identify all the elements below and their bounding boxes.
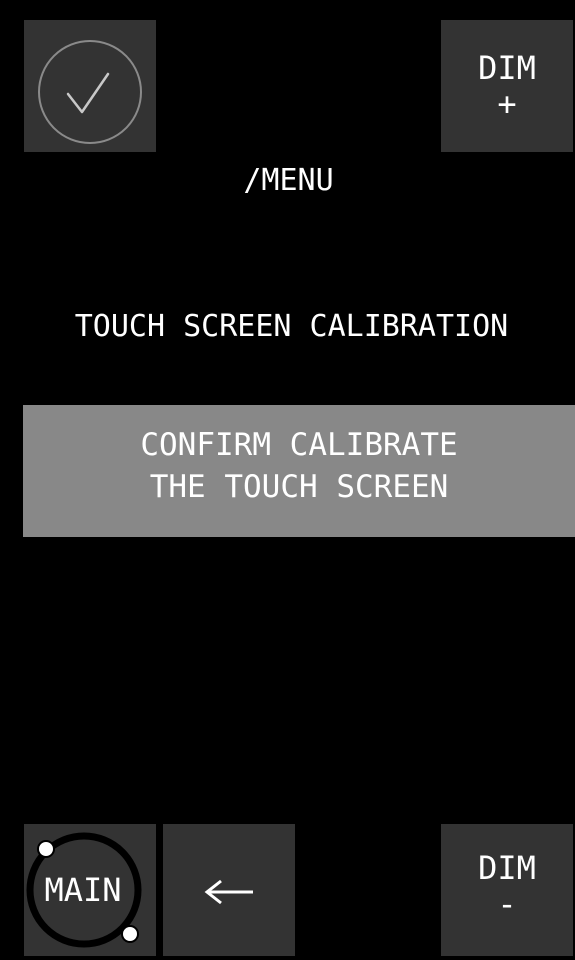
- dim-minus-sign: -: [497, 885, 517, 923]
- main-label: MAIN: [44, 871, 122, 909]
- menu-path: /MENU: [243, 163, 334, 198]
- page-title: TOUCH SCREEN CALIBRATION: [74, 309, 509, 344]
- confirm-calibrate-line1: CONFIRM CALIBRATE: [140, 427, 458, 463]
- left-arrow-icon: [204, 879, 253, 905]
- checkmark-circle-icon: [38, 40, 142, 144]
- confirm-calibrate-line2: THE TOUCH SCREEN: [149, 469, 449, 505]
- confirm-calibrate-button[interactable]: CONFIRM CALIBRATE THE TOUCH SCREEN: [23, 405, 575, 537]
- dim-plus-button[interactable]: DIM +: [441, 20, 573, 152]
- back-button[interactable]: [163, 824, 295, 956]
- dim-minus-label: DIM: [478, 849, 536, 887]
- dim-plus-sign: +: [497, 85, 517, 123]
- main-button[interactable]: MAIN: [24, 824, 156, 956]
- confirm-check-button[interactable]: [24, 20, 156, 152]
- dim-plus-label: DIM: [478, 49, 536, 87]
- dim-minus-button[interactable]: DIM -: [441, 824, 573, 956]
